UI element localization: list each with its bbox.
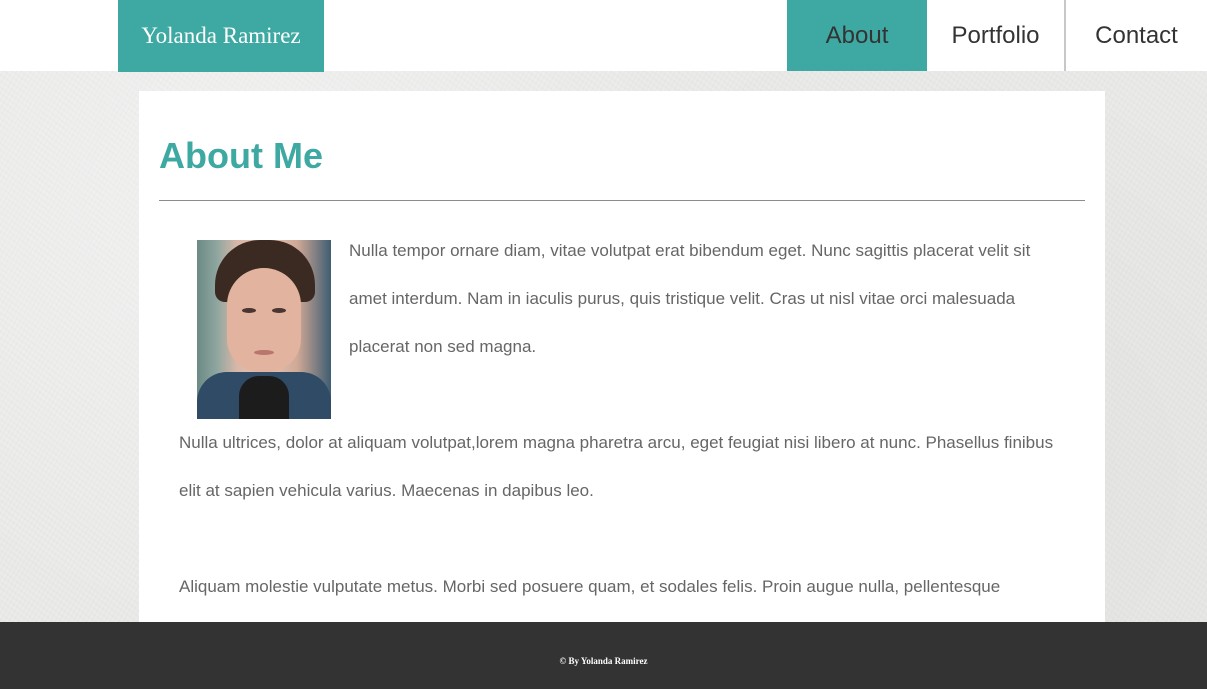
photo-mouth xyxy=(254,350,274,355)
content-card: About Me Nulla tempor ornare diam, vitae… xyxy=(139,91,1105,631)
nav-item-portfolio[interactable]: Portfolio xyxy=(927,0,1066,71)
about-paragraph-2: Nulla ultrices, dolor at aliquam volutpa… xyxy=(179,433,1054,500)
photo-eye-left xyxy=(242,308,256,313)
main-nav: About Portfolio Contact xyxy=(787,0,1207,71)
photo-shirt xyxy=(239,376,289,419)
footer-copyright: © By Yolanda Ramirez xyxy=(559,656,648,666)
title-divider xyxy=(159,200,1085,201)
site-header: Yolanda Ramirez About Portfolio Contact xyxy=(0,0,1207,72)
about-body: Nulla tempor ornare diam, vitae volutpat… xyxy=(179,227,1071,631)
nav-item-contact[interactable]: Contact xyxy=(1066,0,1207,71)
site-logo[interactable]: Yolanda Ramirez xyxy=(118,0,324,72)
about-paragraph-3: Aliquam molestie vulputate metus. Morbi … xyxy=(179,577,1001,596)
site-footer: © By Yolanda Ramirez xyxy=(0,622,1207,689)
photo-face xyxy=(227,268,301,372)
profile-photo xyxy=(197,240,331,419)
nav-item-about[interactable]: About xyxy=(787,0,927,71)
page-title: About Me xyxy=(159,135,323,176)
photo-eye-right xyxy=(272,308,286,313)
